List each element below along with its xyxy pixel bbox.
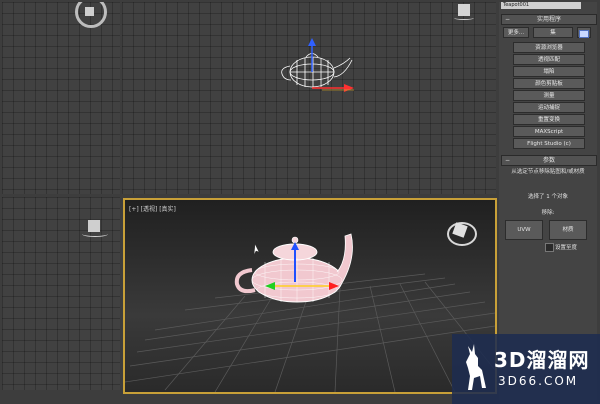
utility-button-4[interactable]: 测量: [513, 90, 585, 101]
selection-count: 选择了 1 个对象: [528, 194, 568, 200]
parameters-description: 从选定节点移除贴图和/或材质: [511, 169, 585, 175]
collapse-icon: −: [505, 16, 511, 23]
set-default-label: 设置至度: [555, 245, 578, 251]
set-default-checkbox[interactable]: [545, 243, 554, 252]
remove-uvw-button[interactable]: UVW: [505, 220, 543, 240]
utility-button-1[interactable]: 透视匹配: [513, 54, 585, 65]
remove-label: 移除:: [541, 210, 555, 216]
parameters-title: 参数: [542, 157, 555, 164]
utilities-rollout-header[interactable]: − 实用程序: [501, 14, 597, 25]
utility-button-3[interactable]: 颜色剪贴板: [513, 78, 585, 89]
viewport-left[interactable]: [2, 197, 120, 390]
collapse-icon: −: [505, 157, 511, 164]
teapot-front-wire: [281, 38, 354, 92]
viewport-top[interactable]: [2, 2, 120, 194]
configure-sets-button[interactable]: [577, 27, 591, 38]
list-config-icon: [579, 30, 589, 38]
utilities-title: 实用程序: [536, 16, 561, 23]
max-window: [+] [透视] [真实] Teapot001 − 实用程序 更多... 集 资…: [0, 0, 600, 404]
viewport-front[interactable]: [122, 2, 496, 194]
viewcube-left-icon[interactable]: [82, 220, 108, 242]
watermark-en-text: 3D66.COM: [498, 374, 579, 388]
utility-button-5[interactable]: 运动捕捉: [513, 102, 585, 113]
sets-button[interactable]: 集: [533, 27, 573, 38]
utility-button-0[interactable]: 资源浏览器: [513, 42, 585, 53]
deer-logo-icon: [466, 344, 486, 390]
watermark: 3D溜溜网 3D66.COM: [452, 334, 600, 404]
more-button[interactable]: 更多...: [503, 27, 529, 38]
viewport-perspective[interactable]: [+] [透视] [真实]: [123, 198, 497, 394]
utility-button-2[interactable]: 塌陷: [513, 66, 585, 77]
viewcube-top-icon[interactable]: [75, 2, 107, 28]
utility-button-6[interactable]: 重置变换: [513, 114, 585, 125]
watermark-cn-text: 3D溜溜网: [494, 348, 590, 372]
utility-button-7[interactable]: MAXScript: [513, 126, 585, 137]
perspective-scene: [125, 233, 495, 392]
parameters-rollout-header[interactable]: − 参数: [501, 155, 597, 166]
remove-material-button[interactable]: 材质: [549, 220, 587, 240]
object-name-field[interactable]: Teapot001: [501, 2, 581, 9]
utility-button-8[interactable]: Flight Studio (c): [513, 138, 585, 149]
